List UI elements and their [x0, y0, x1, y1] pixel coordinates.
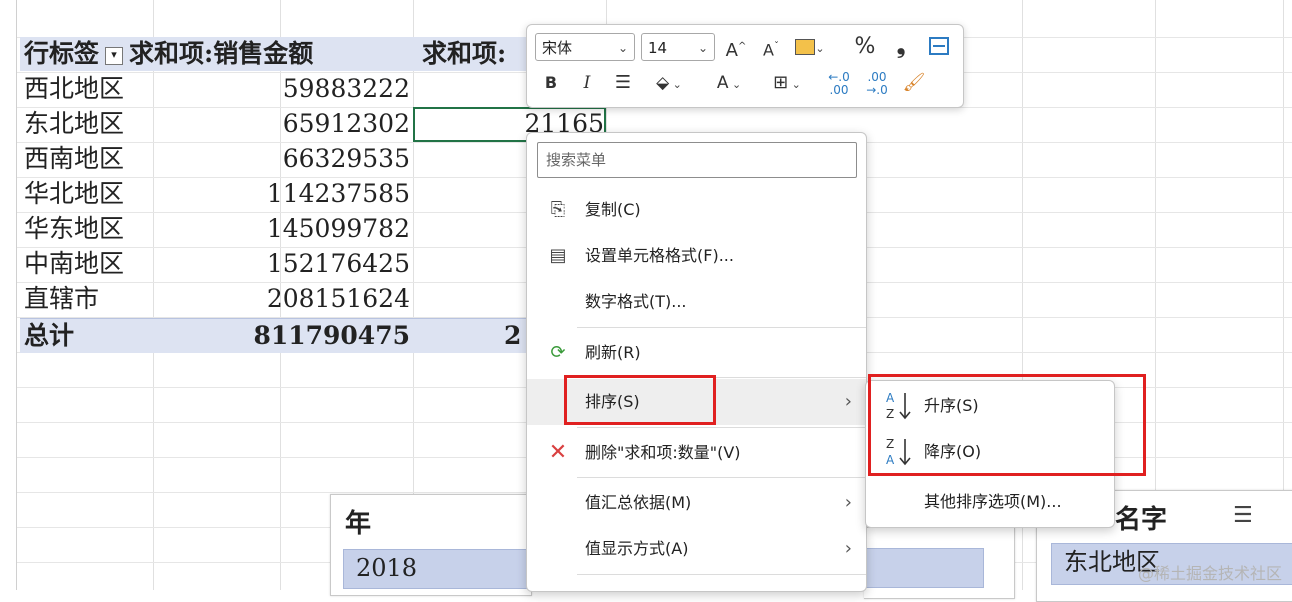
- increase-decimal-icon: ←.0.00: [828, 70, 850, 97]
- wrap-text-icon: [929, 37, 949, 55]
- mini-toolbar: 宋体 ⌄ 14 ⌄ A^ Aˇ ⌄ % ❟ B I ☰ ⬙ ⌄ A ⌄ ⊞ ⌄ ←.…: [526, 24, 964, 108]
- menu-item-format-cells[interactable]: ▤ 设置单元格格式(F)...: [527, 233, 866, 279]
- menu-item-refresh[interactable]: ⟳ 刷新(R): [527, 330, 866, 376]
- year-slicer[interactable]: 年 2018: [330, 494, 533, 596]
- row-labels-header: 行标签: [24, 39, 100, 68]
- decrease-decimal-button[interactable]: .00 →.0: [863, 69, 891, 99]
- currency-icon: [795, 39, 816, 55]
- table-row[interactable]: 西南地区 66329535: [20, 142, 410, 176]
- italic-button[interactable]: I: [577, 69, 597, 97]
- table-row[interactable]: 西北地区 59883222: [20, 72, 410, 106]
- format-painter-button[interactable]: 🖌: [901, 69, 927, 97]
- percent-button[interactable]: %: [853, 33, 877, 61]
- total-row[interactable]: 总计 811790475 2: [20, 318, 526, 353]
- col-sales-header: 求和项:销售金额: [129, 39, 314, 68]
- table-row[interactable]: 华东地区 145099782: [20, 212, 410, 246]
- fill-color-button[interactable]: ⬙ ⌄: [647, 69, 691, 97]
- table-row[interactable]: 直辖市 208151624: [20, 282, 410, 316]
- name-slicer-title: 名字: [1115, 505, 1168, 535]
- increase-decimal-button[interactable]: ←.0.00: [825, 69, 853, 99]
- delete-x-icon: ✕: [548, 440, 568, 465]
- font-color-button[interactable]: A ⌄: [709, 69, 749, 97]
- chevron-right-icon: ›: [844, 492, 852, 513]
- year-slicer-title: 年: [345, 509, 372, 539]
- paint-bucket-icon: ⬙: [656, 73, 670, 93]
- comma-style-button[interactable]: ❟: [891, 33, 911, 61]
- multi-select-icon[interactable]: ☰: [1233, 503, 1253, 528]
- chevron-right-icon: ›: [844, 538, 852, 559]
- row-header-edge: [0, 0, 17, 590]
- table-row[interactable]: 中南地区 152176425: [20, 247, 410, 281]
- watermark: @稀土掘金技术社区: [1137, 564, 1282, 583]
- table-row[interactable]: 东北地区 65912302: [20, 107, 410, 141]
- chevron-down-icon: ⌄: [617, 41, 628, 55]
- highlight-sort-item: [564, 375, 716, 425]
- grow-font-button[interactable]: A^: [723, 33, 749, 61]
- copy-icon: ⎘: [550, 199, 566, 220]
- wrap-text-button[interactable]: [927, 35, 951, 59]
- pivot-header-row: 行标签 ▾ 求和项:销售金额 求和项:: [20, 37, 540, 71]
- font-name-select[interactable]: 宋体 ⌄: [535, 33, 635, 61]
- format-painter-icon: 🖌: [902, 72, 926, 93]
- format-cells-icon: ▤: [549, 245, 567, 266]
- col-qty-header: 求和项:: [422, 39, 507, 68]
- menu-item-copy[interactable]: ⎘ 复制(C): [527, 187, 866, 233]
- shrink-font-button[interactable]: Aˇ: [759, 33, 783, 61]
- align-center-icon: ☰: [614, 72, 632, 93]
- chevron-right-icon: ›: [844, 391, 852, 412]
- decrease-decimal-icon: .00 →.0: [866, 70, 888, 97]
- menu-search-input[interactable]: 搜索菜单: [537, 142, 857, 178]
- filter-dropdown-icon[interactable]: ▾: [105, 46, 124, 65]
- refresh-icon: ⟳: [550, 342, 566, 363]
- context-menu: 搜索菜单 ⎘ 复制(C) ▤ 设置单元格格式(F)... 数字格式(T)... …: [526, 132, 867, 592]
- borders-icon: ⊞: [773, 72, 789, 93]
- bold-button[interactable]: B: [541, 69, 561, 97]
- font-size-select[interactable]: 14 ⌄: [641, 33, 715, 61]
- slicer-item-2018[interactable]: 2018: [343, 549, 533, 589]
- borders-button[interactable]: ⊞ ⌄: [765, 69, 809, 97]
- currency-format-button[interactable]: ⌄: [793, 33, 827, 61]
- chevron-down-icon: ⌄: [697, 41, 708, 55]
- highlight-sort-submenu: [868, 374, 1146, 476]
- table-row[interactable]: 华北地区 114237585: [20, 177, 410, 211]
- center-align-button[interactable]: ☰: [611, 69, 635, 97]
- menu-item-show-values-as[interactable]: 值显示方式(A) ›: [527, 526, 866, 572]
- more-sort-options-item[interactable]: 其他排序选项(M)...: [866, 479, 1114, 525]
- menu-item-summarize-by[interactable]: 值汇总依据(M) ›: [527, 480, 866, 526]
- menu-item-delete-field[interactable]: ✕ 删除"求和项:数量"(V): [527, 430, 866, 476]
- menu-item-number-format[interactable]: 数字格式(T)...: [527, 279, 866, 325]
